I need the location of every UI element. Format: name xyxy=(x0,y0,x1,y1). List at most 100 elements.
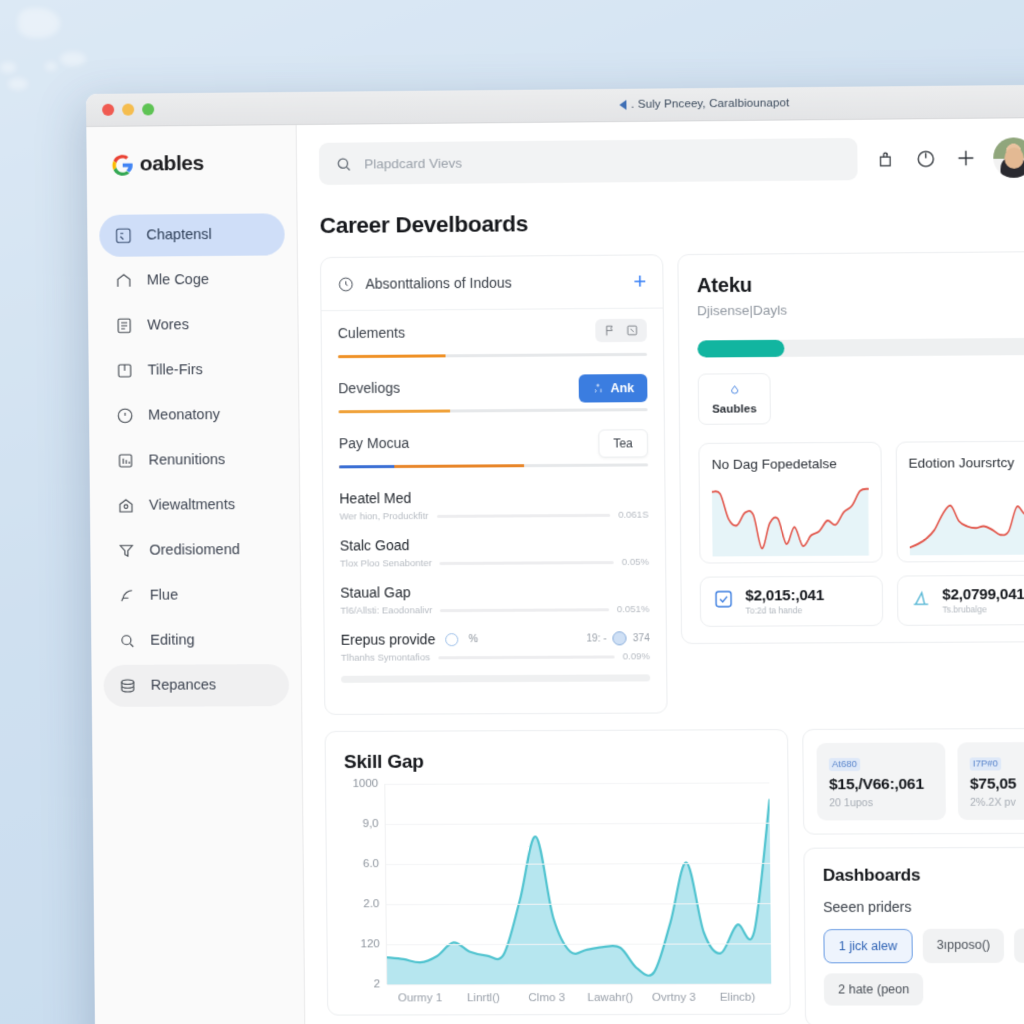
icon-pair-group[interactable] xyxy=(595,318,647,343)
sparkle-icon xyxy=(592,382,604,394)
x-axis-tick: Ovrtny 3 xyxy=(651,991,696,1004)
dashboard-chip[interactable]: 2 hate (peon xyxy=(823,973,924,1006)
sidebar-item-oredisiomend[interactable]: Oredisiomend xyxy=(102,529,288,572)
sidebar-item-renunitions[interactable]: Renunitions xyxy=(101,439,287,482)
saubles-tab[interactable]: Saubles xyxy=(697,373,771,425)
dashboards-card: Dashboards Seeen priders 1 jick alew 3ıp… xyxy=(803,846,1024,1024)
sidebar-item-label: Meonatony xyxy=(148,407,221,424)
dashboard-icon xyxy=(113,226,133,246)
list-item-title: Staual Gap xyxy=(340,584,411,601)
list-item[interactable]: Staual Gap Tl6/Allsti: Eaodonalivr 0.051… xyxy=(340,583,649,616)
flag-icon[interactable] xyxy=(603,324,616,337)
sidebar-item-wores[interactable]: Wores xyxy=(100,303,286,346)
x-axis-tick: Elincb) xyxy=(719,991,756,1004)
placeholder-bar xyxy=(341,674,651,683)
y-axis-tick: 6.0 xyxy=(362,858,380,871)
list-item[interactable]: Stalc Goad Tlox Ploo Senabonter 0.05% xyxy=(340,536,649,570)
list-item[interactable]: Erepus provide % 19: - 374 Tlhanhs Symon… xyxy=(341,630,651,683)
ank-button[interactable]: Ank xyxy=(578,373,648,403)
mini-chart-title: No Dag Fopedetalse xyxy=(711,456,837,473)
mini-chart-card[interactable]: No Dag Fopedetalse xyxy=(698,441,883,564)
x-axis-tick: Linrtl() xyxy=(466,992,500,1005)
chart-box-icon xyxy=(115,451,135,471)
kpi-subtitle: 20 1upos xyxy=(829,797,874,810)
kpi-subtitle: 2%.2X pv xyxy=(970,796,1016,809)
progress-fill xyxy=(338,409,450,414)
y-axis-tick: 1000 xyxy=(352,777,379,791)
list-item-meta: Wer hion, Produckfitr 0.061S xyxy=(339,510,648,523)
x-axis-tick: Ourmy 1 xyxy=(397,992,443,1005)
window-title-text: . Suly Pnceey, Caralbіounapot xyxy=(631,97,790,111)
bag-icon[interactable] xyxy=(871,146,898,172)
sidebar-item-repances[interactable]: Repances xyxy=(103,664,290,707)
progress-row: Pay Mocua Tea xyxy=(339,429,649,469)
clock-icon xyxy=(338,276,352,291)
mini-chart-card[interactable]: Edotion Joursrtcy xyxy=(895,440,1024,563)
sidebar-item-flue[interactable]: Flue xyxy=(103,574,289,617)
y-axis-tick: 9,0 xyxy=(362,818,379,831)
sidebar-item-mle-coge[interactable]: Mle Coge xyxy=(100,258,286,302)
y-axis-tick: 2 xyxy=(373,978,381,991)
right-column: At680 $15,/V66:,061 20 1upos I7P#0 $75,0… xyxy=(802,727,1024,1024)
sidebar-item-label: Flue xyxy=(149,587,179,604)
dashboard-chip[interactable]: 1 Meil xyxy=(1014,928,1024,963)
sidebar-nav: Chaptensl Mle Coge Wores Tille-Firs Meon… xyxy=(87,213,301,707)
chart-y-axis: 1000 9,0 6.0 2.0 120 2 xyxy=(344,778,386,991)
activity-card: Absonttalions of Indous + Culements Deve… xyxy=(319,254,668,715)
list-item[interactable]: Heatel Med Wer hion, Produckfitr 0.061S xyxy=(339,488,648,523)
chart-title: Skill Gap xyxy=(343,751,424,774)
sidebar-item-viewaltments[interactable]: Viewaltments xyxy=(102,484,288,527)
stat-value: $2,015:,041 xyxy=(745,587,825,605)
progress-track xyxy=(337,352,648,359)
avatar[interactable] xyxy=(993,137,1024,178)
list-item-meta: Tlhanhs Symontafios 0.09% xyxy=(341,651,650,664)
google-g-icon xyxy=(112,154,133,176)
activity-card-title: Absonttalions of Indous xyxy=(365,274,512,292)
kpi-tile[interactable]: I7P#0 $75,05 2%.2X pv xyxy=(957,741,1024,820)
sidebar-item-chaptensl[interactable]: Chaptensl xyxy=(99,213,285,257)
sidebar-item-meonatony[interactable]: Meonatony xyxy=(101,394,287,437)
kpi-value: $15,/V66:,061 xyxy=(828,775,924,794)
kpi-tile[interactable]: At680 $15,/V66:,061 20 1upos xyxy=(816,742,946,821)
skill-gap-chart-card: Skill Gap 1000 9,0 6.0 2.0 120 2 Ourmy 1 Linrt… xyxy=(324,729,791,1016)
stat-value: $2,0799,041 xyxy=(942,585,1024,604)
sparkline-chart xyxy=(712,477,869,557)
search-bar[interactable] xyxy=(318,137,858,185)
sidebar-item-label: Mle Coge xyxy=(146,272,210,289)
add-item-button[interactable]: + xyxy=(633,268,646,293)
ateku-progress-fill xyxy=(697,339,785,358)
dashboard-chip[interactable]: 1 jick alew xyxy=(823,928,913,964)
sidebar-item-editing[interactable]: Editing xyxy=(103,619,289,662)
dashboards-title: Dashboards xyxy=(822,865,921,885)
expand-icon[interactable] xyxy=(626,324,639,337)
plus-icon[interactable] xyxy=(953,145,980,171)
home-icon xyxy=(114,271,134,291)
sidebar-item-label: Editing xyxy=(150,632,195,649)
ateku-card: Ateku Djisense|Dayls Saubles No Dag Fope… xyxy=(677,250,1024,645)
main-content: Career Develboards Absonttalions of Indo… xyxy=(296,117,1024,1024)
document-icon xyxy=(114,316,134,336)
search-input[interactable] xyxy=(364,151,842,172)
stat-card[interactable]: $2,015:,041 To:2d ta hande xyxy=(699,575,883,627)
tea-chip[interactable]: Tea xyxy=(597,429,649,458)
stat-subtitle: To:2d ta hande xyxy=(745,605,803,616)
dashboard-chip[interactable]: 3ıpposo() xyxy=(922,928,1005,964)
dashboards-chip-group: 1 jick alew 3ıpposo() 1 Meil 2 hate (peo… xyxy=(823,928,1024,1006)
list-item-line xyxy=(436,513,611,518)
stat-card[interactable]: $2,0799,041 Ts.brubalge xyxy=(896,574,1024,626)
list-item-line xyxy=(438,655,615,660)
list-item-right-text: 19: - xyxy=(586,632,607,645)
power-icon[interactable] xyxy=(912,145,939,171)
app-logo[interactable]: oables xyxy=(87,147,297,181)
database-icon xyxy=(118,676,138,696)
sidebar-item-tille-firs[interactable]: Tille-Firs xyxy=(100,349,286,392)
dashboards-subtitle: Seeen priders xyxy=(823,898,912,916)
list-item-right-value: 374 xyxy=(632,632,650,644)
stat-row: $2,015:,041 To:2d ta hande $2,0799,041 T… xyxy=(699,574,1024,627)
area-series xyxy=(385,782,772,985)
list-item-meta: Tlox Ploo Senabonter 0.05% xyxy=(340,557,649,570)
kpi-value: $75,05 xyxy=(969,775,1017,793)
saubles-tab-label: Saubles xyxy=(712,403,757,416)
row-actions xyxy=(595,318,647,343)
list-item-value: 0.05% xyxy=(621,556,650,569)
